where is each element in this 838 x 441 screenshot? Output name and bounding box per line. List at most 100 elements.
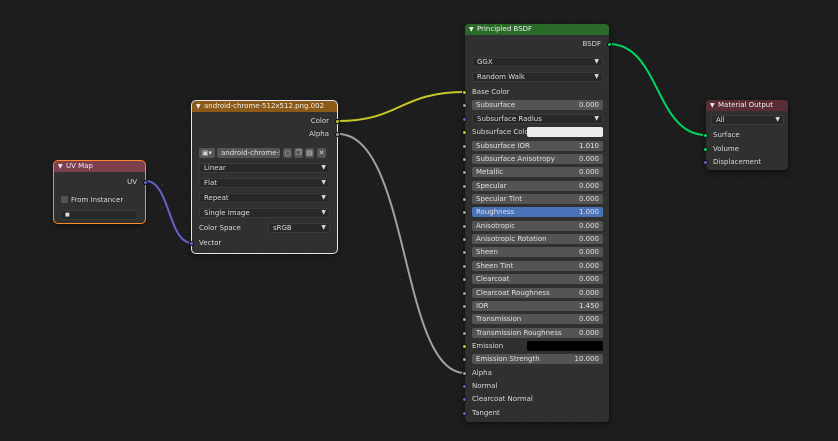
base-color-label: Base Color [472,88,510,96]
volume-label: Volume [713,145,740,153]
color-space-label: Color Space [199,224,241,232]
alpha-input-socket[interactable] [462,370,467,376]
uv-output-socket[interactable] [143,179,148,185]
displacement-socket[interactable] [703,159,708,165]
transmission-roughness-socket[interactable] [462,330,467,336]
roughness-field[interactable]: Roughness 1.000 [472,207,603,217]
link-color-basecolor [337,91,466,122]
source-select[interactable]: Single Image ▼ [199,208,330,218]
emission-strength-field[interactable]: Emission Strength 10.000 [472,354,603,364]
duplicate-icon[interactable]: ❐ [294,148,303,158]
clearcoat-socket[interactable] [462,276,467,282]
normal-socket[interactable] [462,383,467,389]
vector-input-label: Vector [199,239,222,247]
volume-socket[interactable] [703,146,708,152]
image-browse-icon[interactable]: ▣▾ [199,148,215,158]
from-instancer-label: From Instancer [71,196,124,204]
image-texture-node[interactable]: ▼ android-chrome-512x512.png.002 Color Al… [189,100,340,254]
anisotropic-rotation-socket[interactable] [462,236,467,242]
fake-user-icon[interactable]: ○ [283,148,292,158]
normal-label: Normal [472,382,498,390]
principled-bsdf-header[interactable]: ▼ Principled BSDF [465,24,609,35]
anisotropic-socket[interactable] [462,223,467,229]
specular-field[interactable]: Specular 0.000 [472,181,603,191]
image-texture-header[interactable]: ▼ android-chrome-512x512.png.002 [192,101,337,112]
metallic-socket[interactable] [462,169,467,175]
sheen-socket[interactable] [462,249,467,255]
clearcoat-roughness-socket[interactable] [462,290,467,296]
image-name-field[interactable]: android-chrome-5... [217,148,280,158]
uv-map-field[interactable]: ■ [60,210,138,220]
surface-label: Surface [713,131,740,139]
close-icon[interactable]: ✕ [317,148,326,158]
displacement-label: Displacement [713,158,762,166]
roughness-socket[interactable] [462,209,467,215]
metallic-field[interactable]: Metallic 0.000 [472,167,603,177]
from-instancer-checkbox[interactable] [61,196,68,203]
subsurface-color-swatch[interactable] [527,127,603,137]
color-space-select[interactable]: sRGB ▼ [268,223,330,233]
ior-field[interactable]: IOR 1.450 [472,301,603,311]
color-output-socket[interactable] [335,118,340,124]
interpolation-select[interactable]: Linear ▼ [199,163,330,173]
vector-input-socket[interactable] [189,240,194,246]
sheen-tint-socket[interactable] [462,263,467,269]
chevron-down-icon[interactable]: ▼ [710,100,718,111]
base-color-socket[interactable] [462,89,467,95]
transmission-field[interactable]: Transmission 0.000 [472,314,603,324]
subsurface-ior-field[interactable]: Subsurface IOR 1.010 [472,141,603,151]
alpha-output-socket[interactable] [335,131,340,137]
emission-socket[interactable] [462,343,467,349]
principled-bsdf-node[interactable]: ▼ Principled BSDF BSDF GGX ▼ Random Walk ▼ … [462,24,612,422]
transmission-socket[interactable] [462,316,467,322]
anisotropic-field[interactable]: Anisotropic 0.000 [472,221,603,231]
chevron-down-icon: ▼ [321,164,326,171]
chevron-down-icon: ▼ [321,179,326,186]
transmission-roughness-field[interactable]: Transmission Roughness 0.000 [472,328,603,338]
subsurface-method-select[interactable]: Random Walk ▼ [472,72,603,82]
specular-socket[interactable] [462,183,467,189]
bsdf-output-socket[interactable] [607,41,612,47]
chevron-down-icon[interactable]: ▼ [196,101,204,112]
tangent-label: Tangent [472,409,500,417]
emission-strength-socket[interactable] [462,356,467,362]
subsurface-anisotropy-field[interactable]: Subsurface Anisotropy 0.000 [472,154,603,164]
extension-select[interactable]: Repeat ▼ [199,193,330,203]
chevron-down-icon: ▼ [775,116,780,123]
uv-map-node[interactable]: ▼ UV Map UV From Instancer ■ [53,160,148,224]
projection-select[interactable]: Flat ▼ [199,178,330,188]
subsurface-radius-socket[interactable] [462,116,467,122]
clearcoat-normal-socket[interactable] [462,396,467,402]
clearcoat-field[interactable]: Clearcoat 0.000 [472,274,603,284]
sheen-field[interactable]: Sheen 0.000 [472,247,603,257]
emission-label: Emission [472,342,504,350]
subsurface-color-socket[interactable] [462,129,467,135]
chevron-down-icon[interactable]: ▼ [58,161,66,172]
emission-color-swatch[interactable] [527,341,603,351]
anisotropic-rotation-field[interactable]: Anisotropic Rotation 0.000 [472,234,603,244]
uv-map-header[interactable]: ▼ UV Map [54,161,145,172]
surface-socket[interactable] [703,132,708,138]
subsurface-socket[interactable] [462,102,467,108]
material-output-header[interactable]: ▼ Material Output [706,100,788,111]
material-output-node[interactable]: ▼ Material Output All ▼ Surface Volume Dis… [703,100,788,170]
ior-socket[interactable] [462,303,467,309]
chevron-down-icon[interactable]: ▼ [469,24,477,35]
subsurface-ior-socket[interactable] [462,143,467,149]
tangent-socket[interactable] [462,410,467,416]
subsurface-field[interactable]: Subsurface 0.000 [472,100,603,110]
subsurface-anisotropy-socket[interactable] [462,156,467,162]
chevron-down-icon: ▼ [321,224,326,231]
link-bsdf-surface [608,43,707,136]
render-target-select[interactable]: All ▼ [711,115,784,125]
specular-tint-field[interactable]: Specular Tint 0.000 [472,194,603,204]
distribution-select[interactable]: GGX ▼ [472,57,603,67]
sheen-tint-field[interactable]: Sheen Tint 0.000 [472,261,603,271]
specular-tint-socket[interactable] [462,196,467,202]
chevron-down-icon: ▼ [321,194,326,201]
color-output-label: Color [310,117,329,125]
open-folder-icon[interactable]: ▤ [305,148,314,158]
subsurface-radius-field[interactable]: Subsurface Radius ▼ [472,114,603,124]
subsurface-color-label: Subsurface Colo [472,128,529,136]
clearcoat-roughness-field[interactable]: Clearcoat Roughness 0.000 [472,288,603,298]
